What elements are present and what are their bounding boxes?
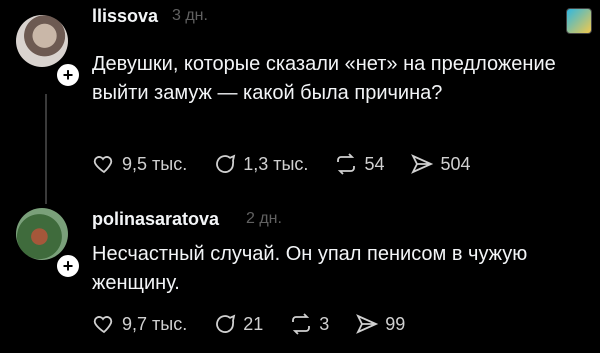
thread-connector-line — [45, 94, 47, 204]
heart-icon — [93, 316, 113, 334]
repost-icon — [292, 313, 311, 335]
comment-button[interactable]: 1,3 тыс. — [213, 152, 308, 176]
share-count: 504 — [440, 153, 471, 174]
follow-plus-button[interactable]: + — [54, 252, 82, 280]
avatar-polinasaratova[interactable] — [16, 208, 68, 260]
repost-icon — [337, 153, 356, 175]
share-count: 99 — [385, 313, 406, 334]
follow-plus-button[interactable]: + — [54, 61, 82, 89]
comment-icon — [216, 314, 236, 333]
repost-count: 3 — [319, 313, 330, 334]
like-button[interactable]: 9,7 тыс. — [92, 312, 187, 336]
like-button[interactable]: 9,5 тыс. — [92, 152, 187, 176]
share-icon — [356, 314, 379, 334]
comment-count: 1,3 тыс. — [243, 153, 309, 174]
repost-button[interactable]: 54 — [334, 152, 384, 176]
like-count: 9,5 тыс. — [122, 153, 188, 174]
post-timestamp: 2 дн. — [246, 210, 282, 227]
like-count: 9,7 тыс. — [122, 313, 188, 334]
share-button[interactable]: 504 — [410, 152, 471, 176]
repost-count: 54 — [364, 153, 385, 174]
post-text: Девушки, которые сказали «нет» на предло… — [92, 53, 556, 104]
post-text: Несчастный случай. Он упал пенисом в чуж… — [92, 243, 528, 294]
comment-button[interactable]: 21 — [213, 312, 263, 336]
post-actions: 9,5 тыс. 1,3 тыс. 54 504 — [92, 152, 497, 176]
repost-button[interactable]: 3 — [289, 312, 329, 336]
comment-count: 21 — [243, 313, 264, 334]
post-actions: 9,7 тыс. 21 3 99 — [92, 312, 431, 336]
avatar-llissova[interactable] — [16, 15, 68, 67]
comment-icon — [216, 154, 236, 173]
app-corner-icon — [566, 8, 592, 34]
heart-icon — [93, 156, 113, 174]
post-username[interactable]: polinasaratova — [92, 209, 219, 230]
post-timestamp: 3 дн. — [172, 7, 208, 24]
share-icon — [411, 154, 434, 174]
post-username[interactable]: llissova — [92, 6, 158, 27]
share-button[interactable]: 99 — [355, 312, 405, 336]
